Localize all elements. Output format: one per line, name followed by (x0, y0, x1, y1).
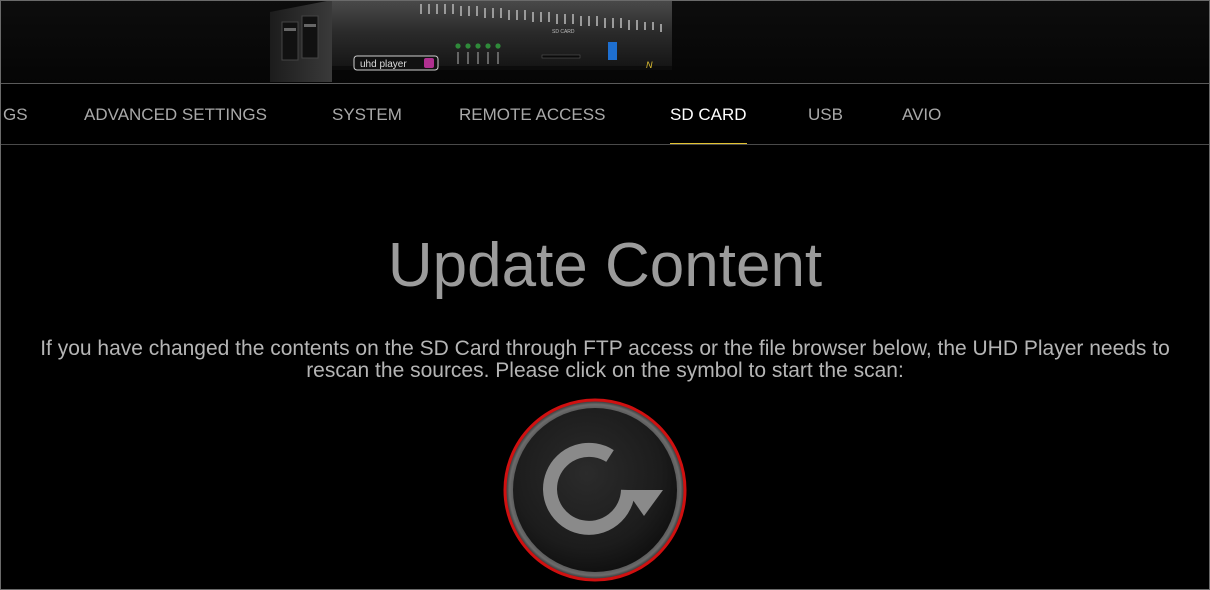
tab-avio[interactable]: AVIO (902, 85, 941, 145)
tab-remote-access[interactable]: REMOTE ACCESS (459, 85, 605, 145)
rescan-button[interactable] (500, 398, 690, 588)
header-banner: uhd player SD CARD N (0, 0, 1210, 84)
tab-system[interactable]: SYSTEM (332, 85, 402, 145)
page-title: Update Content (387, 231, 823, 300)
tab-settings[interactable]: GS (3, 85, 28, 145)
svg-text:N: N (646, 60, 653, 70)
refresh-icon (503, 398, 687, 582)
device-sd-caption: SD CARD (552, 29, 575, 35)
main-nav: GS ADVANCED SETTINGS SYSTEM REMOTE ACCES… (0, 85, 1210, 145)
device-brand-label: uhd player (360, 59, 407, 70)
tab-sd-card[interactable]: SD CARD (670, 85, 747, 145)
tab-usb[interactable]: USB (808, 85, 843, 145)
device-image: uhd player SD CARD N (270, 0, 675, 82)
page-description: If you have changed the contents on the … (40, 337, 1170, 382)
tab-advanced-settings[interactable]: ADVANCED SETTINGS (84, 85, 267, 145)
